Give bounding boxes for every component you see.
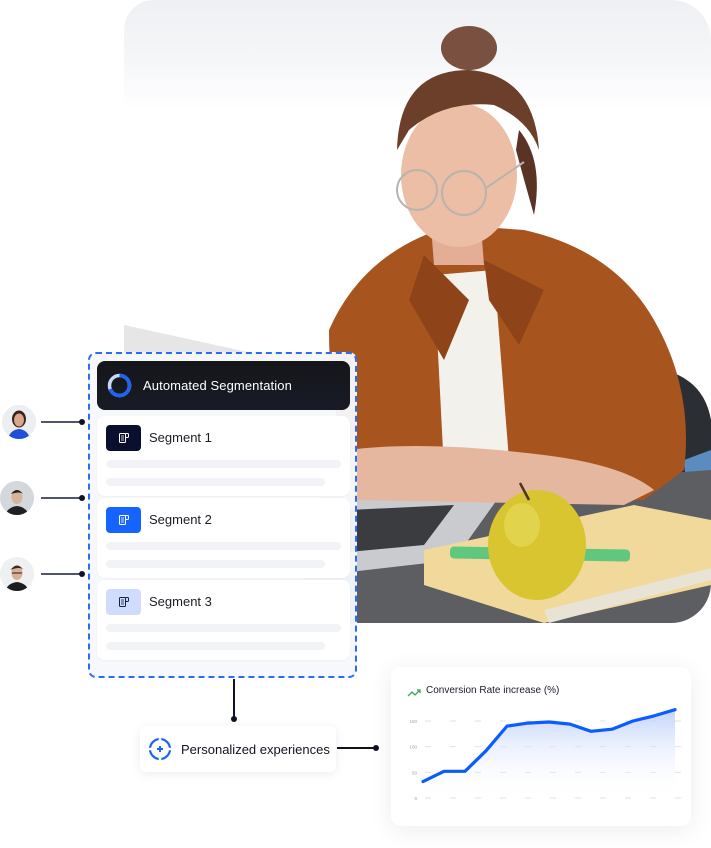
hair-bun [441, 26, 497, 70]
apple-highlight [504, 503, 540, 547]
progress-ring-icon [107, 373, 132, 398]
connector-dot [79, 495, 85, 501]
connector-line [41, 421, 81, 423]
connector-dot [79, 419, 85, 425]
y-tick-label: 50 [412, 770, 418, 775]
conversion-chart-card: Conversion Rate increase (%) 0 50 100 150 [391, 667, 691, 826]
crosshair-icon [148, 737, 172, 761]
document-icon [106, 589, 141, 615]
avatar-man-2 [0, 557, 34, 591]
segmentation-title: Automated Segmentation [143, 378, 292, 393]
avatar-woman [2, 405, 36, 439]
y-tick-label: 100 [409, 745, 417, 750]
connector-line-vertical [233, 679, 235, 718]
connector-dot [79, 571, 85, 577]
segment-label: Segment 2 [149, 512, 212, 527]
y-tick-label: 150 [409, 719, 417, 724]
segment-card-1[interactable]: Segment 1 [97, 416, 350, 496]
placeholder-bar [106, 542, 341, 550]
connector-line [41, 497, 81, 499]
segment-card-2[interactable]: Segment 2 [97, 498, 350, 578]
placeholder-bar [106, 460, 341, 468]
placeholder-bar [106, 560, 325, 568]
document-icon [106, 507, 141, 533]
connector-line [41, 573, 81, 575]
connector-dot [373, 745, 379, 751]
segmentation-panel: Automated Segmentation Segment 1 Segment… [88, 352, 357, 678]
personalized-experiences-card[interactable]: Personalized experiences [140, 726, 336, 772]
connector-line [337, 747, 375, 749]
connector-dot [231, 716, 237, 722]
segmentation-header[interactable]: Automated Segmentation [97, 361, 350, 410]
hair-side [516, 130, 537, 215]
face [401, 103, 517, 247]
document-icon [106, 425, 141, 451]
avatar-man-1 [0, 481, 34, 515]
apple [488, 490, 586, 600]
personalized-label: Personalized experiences [181, 741, 330, 757]
segment-label: Segment 1 [149, 430, 212, 445]
segment-card-3[interactable]: Segment 3 [97, 580, 350, 660]
placeholder-bar [106, 478, 325, 486]
placeholder-bar [106, 642, 325, 650]
segment-label: Segment 3 [149, 594, 212, 609]
chart-plot: 0 50 100 150 [409, 708, 681, 801]
y-tick-label: 0 [414, 796, 417, 801]
placeholder-bar [106, 624, 341, 632]
